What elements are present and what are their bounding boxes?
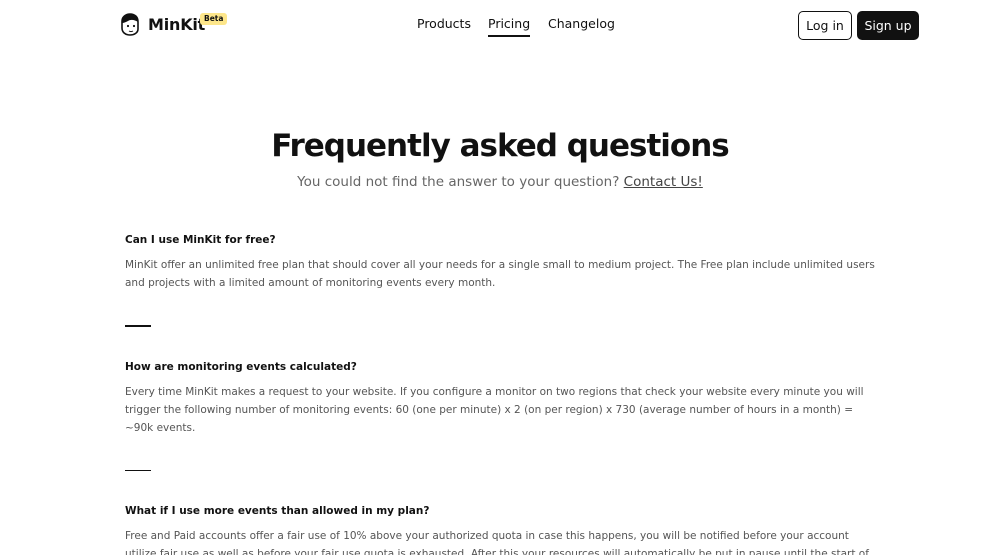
nav-products[interactable]: Products — [417, 16, 471, 32]
signup-button[interactable]: Sign up — [857, 11, 919, 40]
faq-answer: Every time MinKit makes a request to you… — [125, 385, 864, 434]
site-header: MinKit Beta Products Pricing Changelog L… — [0, 0, 1000, 50]
faq-answer: MinKit offer an unlimited free plan that… — [125, 259, 875, 289]
faq-answer: Free and Paid accounts offer a fair use … — [125, 530, 869, 555]
faq-item: Can I use MinKit for free? MinKit offer … — [125, 233, 877, 292]
faq-item: What if I use more events than allowed i… — [125, 504, 877, 555]
faq-question: How are monitoring events calculated? — [125, 360, 357, 373]
faq-question: What if I use more events than allowed i… — [125, 505, 430, 517]
page-title: Frequently asked questions — [271, 128, 729, 164]
login-button[interactable]: Log in — [798, 11, 852, 40]
faq-question: Can I use MinKit for free? — [125, 234, 276, 246]
contact-link[interactable]: Contact Us! — [624, 174, 703, 190]
faq-divider — [125, 325, 151, 327]
faq-divider — [125, 469, 151, 471]
faq-list: Can I use MinKit for free? MinKit offer … — [125, 233, 877, 555]
page-subtitle: You could not find the answer to your qu… — [0, 173, 1000, 191]
nav-changelog[interactable]: Changelog — [548, 16, 615, 32]
nav-pricing[interactable]: Pricing — [488, 16, 531, 37]
faq-item: How are monitoring events calculated? Ev… — [125, 360, 877, 437]
subtitle-text: You could not find the answer to your qu… — [297, 174, 620, 190]
